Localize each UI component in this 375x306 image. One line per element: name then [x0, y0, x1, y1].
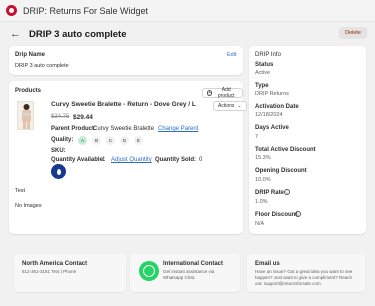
info-value: 1.0% [255, 199, 268, 205]
product-thumbnail[interactable] [17, 101, 34, 130]
products-card: Products + Add product Curvy Sweetie Bra… [9, 81, 247, 234]
info-value: DRIP Returns [255, 91, 289, 97]
info-value: 15.3% [255, 155, 271, 161]
international-title: International Contact [163, 261, 224, 267]
actions-label: Actions [218, 103, 235, 109]
info-value: 12/18/2024 [255, 112, 283, 118]
adjust-quantity-link[interactable]: Adjust Quantity [111, 157, 152, 163]
qty-sold-value: 0 [199, 157, 203, 163]
product-note: Test [15, 188, 26, 194]
international-contact-card[interactable]: International Contact Get instant assist… [130, 254, 240, 292]
info-label: Days Active [255, 125, 289, 131]
info-icon[interactable]: i [284, 189, 290, 195]
quality-option-d[interactable]: D [120, 136, 129, 145]
parent-product-value: Curvy Sweetie Bralette [93, 126, 155, 132]
north-america-text[interactable]: 812-361-3181 Text | Phone [22, 269, 127, 275]
page-title: DRIP 3 auto complete [29, 28, 127, 40]
water-drop-icon [51, 164, 66, 179]
drip-info-card: DRIP Info Status Active Type DRIP Return… [249, 46, 366, 234]
info-label: Activation Date [255, 104, 299, 110]
info-label: Floor Discount [255, 212, 298, 218]
product-image [18, 102, 33, 129]
back-arrow-icon[interactable]: ← [10, 28, 21, 40]
info-label: Opening Discount [255, 168, 307, 174]
info-value: 10.0% [255, 177, 271, 183]
info-label: DRIP Rate [255, 190, 284, 196]
north-america-contact-card: North America Contact 812-361-3181 Text … [14, 254, 126, 292]
app-titlebar: DRIP: Returns For Sale Widget [0, 0, 375, 22]
quality-option-a[interactable]: A [78, 136, 87, 145]
drip-name-value: DRIP 3 auto complete [15, 63, 69, 69]
info-value: 7 [255, 134, 259, 140]
add-product-button[interactable]: + Add product [202, 87, 243, 99]
edit-name-link[interactable]: Edit [227, 52, 236, 58]
plus-circle-icon: + [207, 90, 213, 96]
add-product-label: Add product [217, 87, 235, 99]
current-price: $29.44 [73, 114, 93, 121]
info-label: Total Active Discount [255, 147, 316, 153]
sku-label: SKU: [51, 148, 66, 154]
quality-option-c[interactable]: C [106, 136, 115, 145]
delete-button[interactable]: Delete [339, 27, 367, 39]
quality-option-b[interactable]: B [92, 136, 101, 145]
qty-available-label: Quantity Available: [51, 157, 105, 163]
original-price: $34.75 [51, 114, 70, 120]
info-label: Type [255, 83, 269, 89]
drip-name-label: Drip Name [15, 52, 46, 58]
change-parent-link[interactable]: Change Parent [158, 126, 198, 132]
product-title[interactable]: Curvy Sweetie Bralette - Return - Dove G… [51, 101, 196, 108]
parent-product-label: Parent Product: [51, 126, 97, 132]
email-text[interactable]: Have an issue? Got a great idea you want… [255, 269, 360, 287]
products-label: Products [15, 88, 42, 94]
info-label: Status [255, 62, 274, 68]
quality-label: Quality: [51, 137, 74, 143]
info-value: N/A [255, 221, 265, 227]
info-value: Active [255, 70, 270, 76]
international-text: Get instant assistance via Whatsapp Chat… [163, 269, 215, 280]
north-america-title: North America Contact [22, 261, 88, 267]
page-header: ← DRIP 3 auto complete Delete [10, 27, 367, 41]
info-icon[interactable]: i [295, 211, 301, 217]
app-title: DRIP: Returns For Sale Widget [23, 5, 149, 16]
drip-info-title: DRIP Info [255, 52, 281, 58]
quality-option-e[interactable]: E [134, 136, 143, 145]
drip-logo-icon [6, 5, 17, 16]
drip-name-card: Drip Name Edit DRIP 3 auto complete [9, 46, 243, 75]
whatsapp-icon[interactable] [139, 261, 159, 281]
chevron-down-icon: ⌄ [237, 103, 242, 109]
actions-button[interactable]: Actions ⌄ [213, 101, 247, 111]
email-contact-card: Email us Have an issue? Got a great idea… [247, 254, 365, 292]
qty-available-value: 1 [102, 157, 106, 163]
email-title: Email us [255, 261, 280, 267]
no-images-text: No Images [15, 203, 42, 209]
qty-sold-label: Quantity Sold: [155, 157, 196, 163]
